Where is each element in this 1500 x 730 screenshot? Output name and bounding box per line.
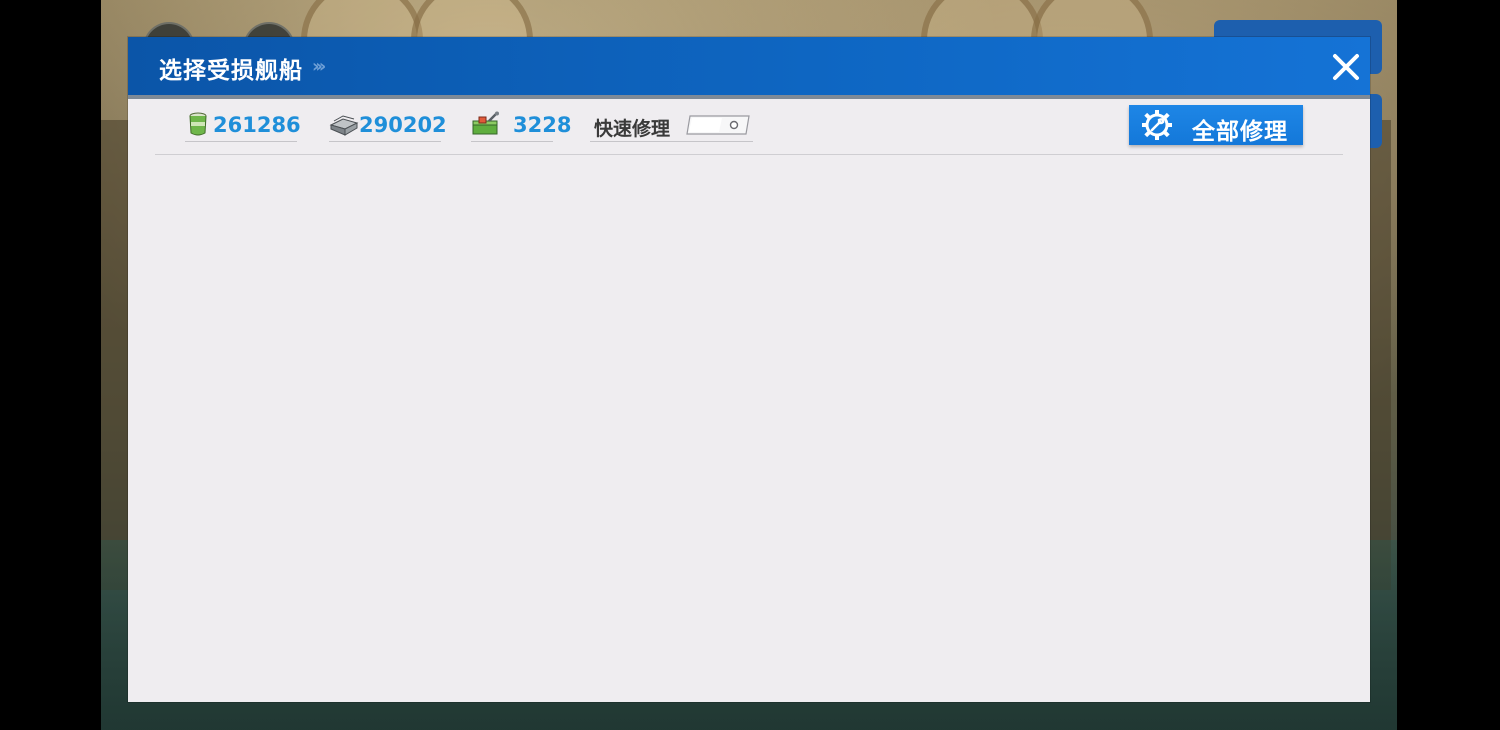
dialog-title: 选择受损舰船 [159,58,303,84]
fuel-barrel-icon [189,112,207,136]
repair-dialog: 选择受损舰船 ››› 261286 290202 3228 快速修理 全部修理 [128,37,1370,702]
repair-value: 3228 [513,113,572,137]
close-icon[interactable] [1328,49,1364,85]
quick-repair: 快速修理 [590,109,753,142]
steel-resource: 290202 [329,109,447,142]
steel-value: 290202 [359,113,447,137]
repair-resource: 3228 [471,109,571,142]
repair-all-label: 全部修理 [1192,119,1288,145]
repair-all-button[interactable]: 全部修理 [1129,105,1303,145]
fuel-resource: 261286 [185,109,301,142]
background-column [101,120,129,590]
gear-wrench-icon [1142,110,1172,140]
damaged-ship-list [155,159,1343,689]
chevrons-icon: ››› [312,56,326,77]
screen: 选择受损舰船 ››› 261286 290202 3228 快速修理 全部修理 [0,0,1500,730]
repair-kit-icon [472,111,499,135]
divider [155,154,1343,155]
fuel-value: 261286 [213,113,301,137]
quick-repair-toggle[interactable] [686,115,750,135]
quick-repair-label: 快速修理 [594,118,671,140]
dialog-header: 选择受损舰船 ››› [128,37,1370,99]
steel-ingot-icon [329,115,359,136]
